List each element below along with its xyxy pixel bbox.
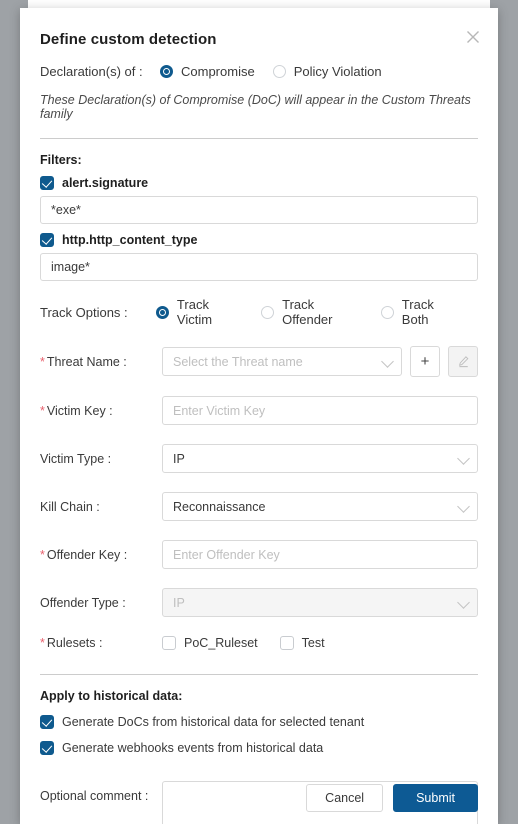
- victim-type-select[interactable]: IP: [162, 444, 478, 473]
- historical-label: Generate webhooks events from historical…: [62, 741, 324, 755]
- radio-label: Track Victim: [176, 297, 213, 327]
- kill-chain-label: Kill Chain :: [40, 499, 100, 514]
- threat-name-value: Select the Threat name: [173, 354, 303, 369]
- filter-value-alert-signature[interactable]: [40, 196, 478, 224]
- offender-key-label: * Offender Key :: [40, 548, 162, 562]
- ruleset-checkbox[interactable]: [162, 636, 176, 650]
- threat-name-label: * Threat Name :: [40, 355, 162, 369]
- filter-name: http.http_content_type: [62, 233, 198, 247]
- radio-dot-icon: [261, 305, 275, 319]
- filter-alert-signature-header: alert.signature: [40, 176, 478, 190]
- victim-key-label: * Victim Key :: [40, 404, 162, 418]
- required-asterisk: *: [40, 636, 45, 650]
- radio-track-offender[interactable]: Track Offender: [261, 297, 363, 327]
- page-title: Define custom detection: [40, 31, 217, 48]
- filters-title: Filters:: [40, 153, 82, 167]
- radio-track-both[interactable]: Track Both: [380, 297, 460, 327]
- divider: [40, 138, 478, 139]
- label-text: Threat Name :: [46, 354, 127, 369]
- radio-dot-icon: [380, 305, 394, 319]
- offender-type-label: Offender Type :: [40, 595, 126, 610]
- divider: [40, 674, 478, 675]
- cancel-button[interactable]: Cancel: [306, 784, 384, 812]
- field-victim-type: Victim Type : IP: [40, 444, 478, 473]
- required-asterisk: *: [40, 354, 45, 369]
- chevron-down-icon: [381, 354, 394, 368]
- radio-label: Track Offender: [282, 297, 333, 327]
- victim-type-label: Victim Type :: [40, 451, 112, 466]
- radio-label: Compromise: [181, 64, 255, 79]
- historical-option-docs[interactable]: Generate DoCs from historical data for s…: [40, 715, 478, 729]
- add-threat-button[interactable]: +: [410, 346, 440, 377]
- radio-policy-violation[interactable]: Policy Violation: [272, 64, 382, 79]
- radio-dot-icon: [272, 65, 286, 78]
- filter-value-http-content-type[interactable]: [40, 253, 478, 281]
- historical-checkbox[interactable]: [40, 741, 54, 755]
- declaration-row: Declaration(s) of : Compromise Policy Vi…: [40, 64, 478, 79]
- declaration-label: Declaration(s) of :: [40, 64, 143, 79]
- required-asterisk: *: [40, 403, 45, 418]
- label-text: Victim Key :: [46, 403, 113, 418]
- field-rulesets: * Rulesets : PoC_Ruleset Test: [40, 636, 478, 650]
- radio-dot-icon: [160, 65, 173, 78]
- label-text: Rulesets :: [46, 636, 103, 650]
- radio-label: Policy Violation: [293, 64, 382, 79]
- chevron-down-icon: [457, 499, 470, 513]
- track-options-row: Track Options : Track Victim Track Offen…: [40, 297, 478, 327]
- chevron-down-icon: [457, 595, 470, 609]
- chevron-down-icon: [457, 451, 470, 465]
- threat-name-select[interactable]: Select the Threat name: [162, 347, 402, 376]
- field-offender-key: * Offender Key :: [40, 540, 478, 569]
- ruleset-label: PoC_Ruleset: [184, 636, 258, 650]
- ruleset-label: Test: [301, 636, 325, 650]
- label-text: Offender Key :: [46, 547, 128, 562]
- edit-threat-button: [448, 346, 478, 377]
- plus-icon: +: [420, 353, 430, 370]
- victim-key-input[interactable]: [162, 396, 478, 425]
- ruleset-test[interactable]: Test: [279, 636, 325, 650]
- filter-checkbox-http-content-type[interactable]: [40, 233, 54, 247]
- offender-type-value: IP: [173, 595, 185, 610]
- dialog-footer: Cancel Submit: [40, 784, 478, 812]
- submit-button[interactable]: Submit: [393, 784, 478, 812]
- historical-label: Generate DoCs from historical data for s…: [62, 715, 365, 729]
- field-victim-key: * Victim Key :: [40, 396, 478, 425]
- filter-checkbox-alert-signature[interactable]: [40, 176, 54, 190]
- historical-checkbox[interactable]: [40, 715, 54, 729]
- pencil-icon: [458, 356, 468, 368]
- define-custom-detection-dialog: Define custom detection Declaration(s) o…: [20, 8, 498, 824]
- declaration-note: These Declaration(s) of Compromise (DoC)…: [40, 93, 471, 121]
- ruleset-poc-ruleset[interactable]: PoC_Ruleset: [162, 636, 258, 650]
- historical-title: Apply to historical data:: [40, 689, 183, 703]
- field-offender-type: Offender Type : IP: [40, 588, 478, 617]
- field-kill-chain: Kill Chain : Reconnaissance: [40, 492, 478, 521]
- required-asterisk: *: [40, 547, 45, 562]
- offender-type-select: IP: [162, 588, 478, 617]
- ruleset-checkbox[interactable]: [279, 636, 294, 650]
- radio-dot-icon: [155, 305, 169, 319]
- victim-type-value: IP: [173, 451, 185, 466]
- historical-option-webhooks[interactable]: Generate webhooks events from historical…: [40, 741, 478, 755]
- radio-track-victim[interactable]: Track Victim: [155, 297, 243, 327]
- radio-compromise[interactable]: Compromise: [160, 64, 255, 79]
- kill-chain-select[interactable]: Reconnaissance: [162, 492, 478, 521]
- offender-key-input[interactable]: [162, 540, 478, 569]
- rulesets-label: * Rulesets :: [40, 636, 162, 650]
- radio-label: Track Both: [401, 297, 434, 327]
- close-icon[interactable]: [464, 28, 482, 46]
- field-threat-name: * Threat Name : Select the Threat name +: [40, 346, 478, 377]
- filter-http-content-type-header: http.http_content_type: [40, 233, 478, 247]
- kill-chain-value: Reconnaissance: [173, 499, 266, 514]
- track-options-label: Track Options :: [40, 304, 128, 320]
- filter-name: alert.signature: [62, 176, 149, 190]
